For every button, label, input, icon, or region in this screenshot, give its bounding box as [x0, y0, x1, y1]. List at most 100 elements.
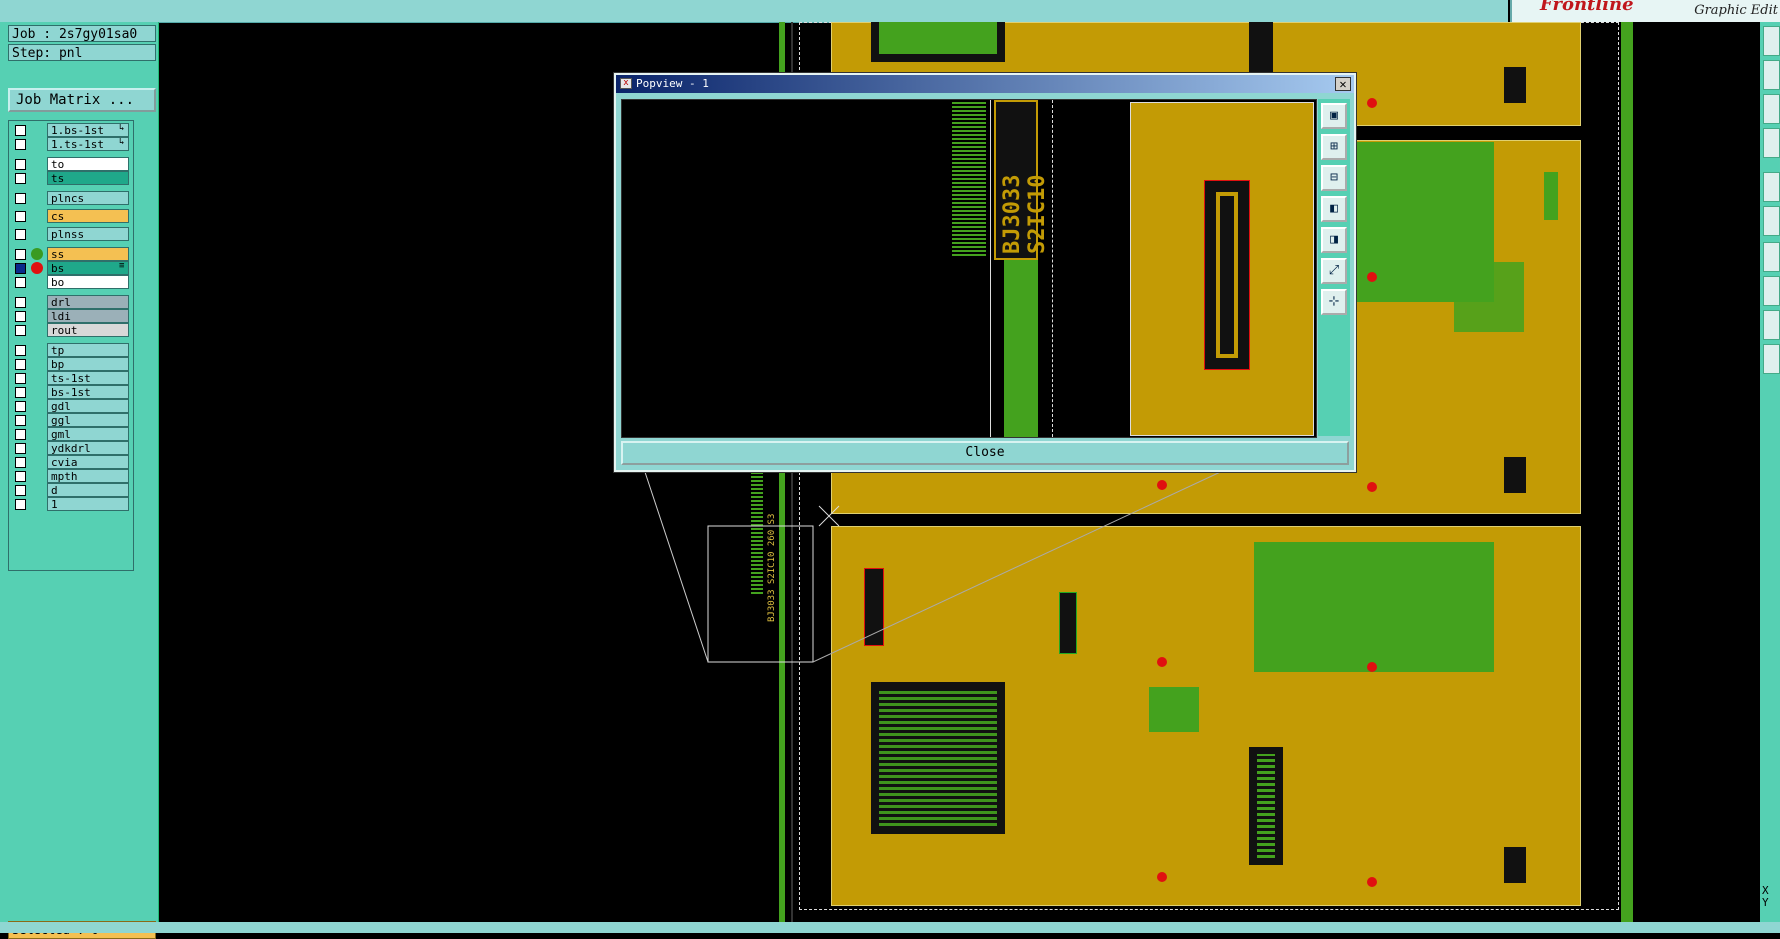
- layer-row[interactable]: bs ≡: [11, 261, 131, 275]
- layer-row[interactable]: bo: [11, 275, 131, 289]
- layer-name[interactable]: bp: [47, 357, 129, 371]
- layer-row[interactable]: cs: [11, 209, 131, 223]
- layer-checkbox[interactable]: [15, 325, 26, 336]
- layer-checkbox[interactable]: [15, 139, 26, 150]
- layer-name[interactable]: to: [47, 157, 129, 171]
- close-icon[interactable]: ✕: [1335, 77, 1351, 91]
- tool-icon[interactable]: [1763, 128, 1780, 158]
- layer-name[interactable]: plnss: [47, 227, 129, 241]
- layer-name[interactable]: ldi: [47, 309, 129, 323]
- zoom-out-icon[interactable]: ⊟: [1321, 165, 1347, 191]
- layer-row[interactable]: drl: [11, 295, 131, 309]
- layer-row[interactable]: tp: [11, 343, 131, 357]
- layer-name[interactable]: plncs: [47, 191, 129, 205]
- layer-row[interactable]: 1: [11, 497, 131, 511]
- tool-icon[interactable]: [1763, 172, 1780, 202]
- layer-row[interactable]: cvia: [11, 455, 131, 469]
- layer-row[interactable]: to: [11, 157, 131, 171]
- tool-icon[interactable]: [1763, 206, 1780, 236]
- layer-row[interactable]: 1.ts-1st ↳: [11, 137, 131, 151]
- tool-icon[interactable]: [1763, 276, 1780, 306]
- layer-checkbox[interactable]: [15, 429, 26, 440]
- layer-checkbox[interactable]: [15, 159, 26, 170]
- layer-name[interactable]: tp: [47, 343, 129, 357]
- popview-canvas[interactable]: BJ3033 S2IC10: [621, 99, 1317, 438]
- layer-checkbox[interactable]: [15, 297, 26, 308]
- zoom-window-icon[interactable]: ▣: [1321, 103, 1347, 129]
- layer-checkbox[interactable]: [15, 415, 26, 426]
- tool-icon[interactable]: [1763, 310, 1780, 340]
- layer-checkbox[interactable]: [15, 211, 26, 222]
- tool-icon[interactable]: [1763, 60, 1780, 90]
- layer-name[interactable]: 1: [47, 497, 129, 511]
- layer-name[interactable]: bs: [47, 261, 129, 275]
- layer-checkbox[interactable]: [15, 443, 26, 454]
- tool-icon[interactable]: [1763, 344, 1780, 374]
- layer-row[interactable]: ts: [11, 171, 131, 185]
- popview-titlebar[interactable]: x Popview - 1 ✕: [616, 75, 1354, 93]
- tool-icon[interactable]: [1763, 242, 1780, 272]
- job-matrix-button[interactable]: Job Matrix ...: [8, 88, 156, 112]
- layer-name[interactable]: 1.bs-1st: [47, 123, 129, 137]
- layer-row[interactable]: mpth: [11, 469, 131, 483]
- layer-checkbox[interactable]: [15, 277, 26, 288]
- layer-checkbox[interactable]: [15, 359, 26, 370]
- layer-row[interactable]: ydkdrl: [11, 441, 131, 455]
- layer-checkbox[interactable]: [15, 229, 26, 240]
- layer-name[interactable]: cvia: [47, 455, 129, 469]
- layer-name[interactable]: mpth: [47, 469, 129, 483]
- tool-icon[interactable]: [1763, 94, 1780, 124]
- layer-row[interactable]: ss: [11, 247, 131, 261]
- layer-row[interactable]: bs-1st: [11, 385, 131, 399]
- layer-name[interactable]: ydkdrl: [47, 441, 129, 455]
- layer-row[interactable]: plnss: [11, 227, 131, 241]
- layer-row[interactable]: ggl: [11, 413, 131, 427]
- close-button[interactable]: Close: [621, 441, 1349, 465]
- layer-row[interactable]: rout: [11, 323, 131, 337]
- layer-checkbox[interactable]: [15, 249, 26, 260]
- layer-checkbox[interactable]: [15, 125, 26, 136]
- layer-row[interactable]: d: [11, 483, 131, 497]
- tool-icon[interactable]: [1763, 26, 1780, 56]
- layer-checkbox[interactable]: [15, 311, 26, 322]
- layer-checkbox[interactable]: [15, 373, 26, 384]
- zoom-fit-icon[interactable]: ⤢: [1321, 258, 1347, 284]
- layer-name[interactable]: gdl: [47, 399, 129, 413]
- layer-checkbox[interactable]: [15, 387, 26, 398]
- layer-name[interactable]: 1.ts-1st: [47, 137, 129, 151]
- layer-name[interactable]: cs: [47, 209, 129, 223]
- layer-name[interactable]: ggl: [47, 413, 129, 427]
- layer-name[interactable]: bo: [47, 275, 129, 289]
- layer-name[interactable]: ss: [47, 247, 129, 261]
- layer-row[interactable]: ts-1st: [11, 371, 131, 385]
- popview-title: Popview - 1: [636, 77, 709, 90]
- layer-name[interactable]: d: [47, 483, 129, 497]
- layer-checkbox[interactable]: [15, 457, 26, 468]
- layer-checkbox[interactable]: [15, 193, 26, 204]
- pan-right-icon[interactable]: ◨: [1321, 227, 1347, 253]
- layer-row[interactable]: 1.bs-1st ↳: [11, 123, 131, 137]
- layer-row[interactable]: ldi: [11, 309, 131, 323]
- layer-name[interactable]: ts-1st: [47, 371, 129, 385]
- layer-name[interactable]: bs-1st: [47, 385, 129, 399]
- pan-left-icon[interactable]: ◧: [1321, 196, 1347, 222]
- layer-checkbox[interactable]: [15, 471, 26, 482]
- zoom-in-icon[interactable]: ⊞: [1321, 134, 1347, 160]
- layer-checkbox[interactable]: [15, 401, 26, 412]
- layer-row[interactable]: plncs: [11, 191, 131, 205]
- layer-name[interactable]: ts: [47, 171, 129, 185]
- layer-row[interactable]: bp: [11, 357, 131, 371]
- layer-row[interactable]: gdl: [11, 399, 131, 413]
- layer-checkbox[interactable]: [15, 499, 26, 510]
- layer-checkbox[interactable]: [15, 173, 26, 184]
- layer-name[interactable]: rout: [47, 323, 129, 337]
- bottom-toolbar: [0, 922, 1780, 933]
- layer-checkbox[interactable]: [15, 263, 26, 274]
- layer-row[interactable]: gml: [11, 427, 131, 441]
- layer-name[interactable]: gml: [47, 427, 129, 441]
- layer-checkbox[interactable]: [15, 485, 26, 496]
- slot-core: [1220, 196, 1234, 354]
- layer-name[interactable]: drl: [47, 295, 129, 309]
- zoom-home-icon[interactable]: ⊹: [1321, 289, 1347, 315]
- layer-checkbox[interactable]: [15, 345, 26, 356]
